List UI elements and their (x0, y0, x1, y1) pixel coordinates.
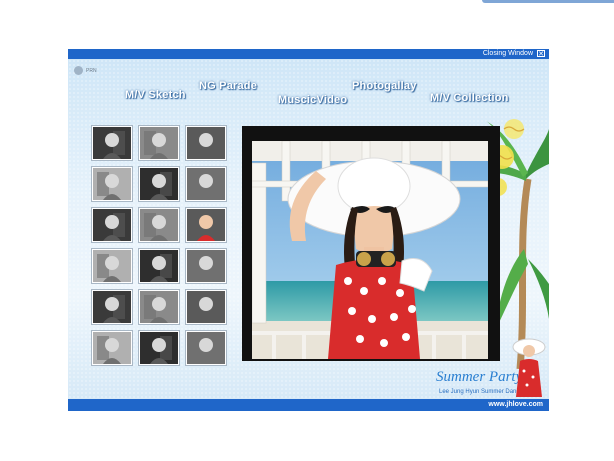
main-photo (252, 141, 488, 359)
nav-music-video[interactable]: MuscicVideo (278, 94, 347, 106)
thumbnail-17[interactable] (139, 331, 179, 365)
closing-window-link[interactable]: Closing Window (483, 49, 533, 59)
thumbnail-16[interactable] (92, 331, 132, 365)
main-photo-image (252, 141, 488, 359)
thumbnail-14[interactable] (139, 290, 179, 324)
nav-mv-sketch[interactable]: M/V Sketch (125, 89, 186, 101)
thumbnail-8[interactable] (139, 208, 179, 242)
thumbnail-1[interactable] (92, 126, 132, 160)
singer-corner-image (512, 338, 546, 397)
thumbnail-4[interactable] (92, 167, 132, 201)
nav-photo-gallery[interactable]: Photogallay (352, 80, 417, 92)
nav-mv-collection[interactable]: M/V Collection (430, 92, 509, 104)
app-window: Closing Window ✕ PRN M/V Sketch NG Parad… (68, 49, 549, 411)
brand-logo-text: PRN (86, 67, 97, 74)
footer-bar: www.jhlove.com (68, 399, 549, 411)
thumbnail-3[interactable] (186, 126, 226, 160)
thumbnail-10[interactable] (92, 249, 132, 283)
brand-logo: PRN (74, 66, 97, 75)
summer-party-subtitle: Lee Jung Hyun Summer Dance (439, 389, 523, 395)
close-icon[interactable]: ✕ (537, 50, 545, 58)
nav-ng-parade[interactable]: NG Parade (199, 80, 257, 92)
main-photo-frame (242, 126, 500, 361)
title-bar: Closing Window ✕ (68, 49, 549, 59)
brand-logo-icon (74, 66, 83, 75)
thumbnail-5[interactable] (139, 167, 179, 201)
thumbnail-2[interactable] (139, 126, 179, 160)
site-url-link[interactable]: www.jhlove.com (488, 399, 543, 411)
thumbnail-11[interactable] (139, 249, 179, 283)
thumbnail-13[interactable] (92, 290, 132, 324)
summer-party-title: Summer Party (436, 369, 523, 385)
thumbnail-18[interactable] (186, 331, 226, 365)
thumbnail-12[interactable] (186, 249, 226, 283)
top-strip (482, 0, 614, 3)
thumbnail-7[interactable] (92, 208, 132, 242)
thumbnail-9[interactable] (186, 208, 226, 242)
thumbnail-15[interactable] (186, 290, 226, 324)
thumbnail-6[interactable] (186, 167, 226, 201)
